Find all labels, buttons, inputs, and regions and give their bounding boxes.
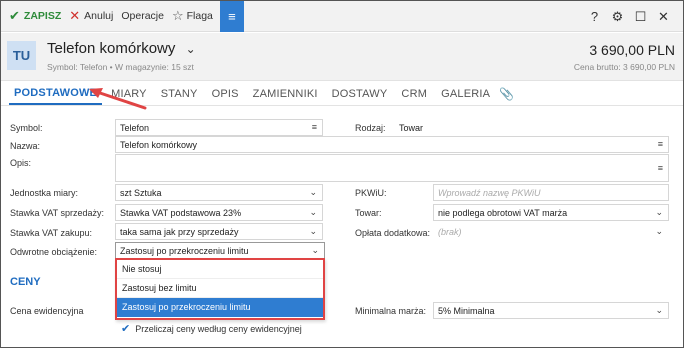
option-zastosuj-po-przekroczeniu[interactable]: Zastosuj po przekroczeniu limitu: [117, 298, 323, 317]
nazwa-value: Telefon komórkowy: [120, 140, 198, 150]
close-window-icon[interactable]: ✕: [652, 9, 675, 25]
product-name: Telefon komórkowy: [47, 40, 176, 57]
chevron-down-icon: ⌄: [655, 305, 663, 315]
hamburger-icon: ≡: [228, 8, 236, 24]
checkmark-icon: ✔: [121, 323, 131, 335]
vat-buy-select[interactable]: taka sama jak przy sprzedaży ⌄: [115, 223, 323, 240]
list-icon[interactable]: ≡: [658, 163, 663, 173]
list-icon[interactable]: ≡: [312, 122, 317, 132]
option-nie-stosuj[interactable]: Nie stosuj: [117, 260, 323, 279]
flag-label: Flaga: [186, 10, 213, 22]
symbol-value: Telefon: [120, 123, 150, 133]
rodzaj-label: Rodzaj:: [355, 123, 386, 133]
star-icon: ☆: [171, 8, 184, 23]
symbol-field[interactable]: Telefon ≡: [115, 119, 323, 136]
towar-label: Towar:: [355, 208, 382, 218]
chevron-down-icon: ⌄: [655, 207, 663, 217]
recalc-label: Przeliczaj ceny według ceny ewidencyjnej: [135, 323, 302, 334]
paperclip-icon[interactable]: 📎: [499, 87, 514, 105]
towar-value: nie podlega obrotowi VAT marża: [438, 208, 568, 218]
tab-crm[interactable]: CRM: [396, 88, 432, 105]
vat-buy-value: taka sama jak przy sprzedaży: [120, 227, 239, 237]
help-icon[interactable]: ?: [583, 9, 606, 24]
menu-button[interactable]: ≡: [219, 1, 244, 32]
product-meta: Symbol: Telefon • W magazynie: 15 szt: [47, 62, 194, 72]
tab-stany[interactable]: STANY: [156, 88, 203, 105]
tab-dostawy[interactable]: DOSTAWY: [327, 88, 393, 105]
window-controls: ? ⚙ ☐ ✕: [583, 1, 675, 32]
tab-zamienniki[interactable]: ZAMIENNIKI: [248, 88, 323, 105]
maximize-icon[interactable]: ☐: [629, 9, 652, 25]
odwrotne-dropdown: Nie stosuj Zastosuj bez limitu Zastosuj …: [115, 258, 325, 320]
chevron-down-icon: ⌄: [309, 187, 317, 197]
min-marza-value: 5% Minimalna: [438, 306, 495, 316]
chevron-down-icon: ⌄: [311, 245, 319, 255]
oplata-select[interactable]: (brak) ⌄: [433, 223, 669, 240]
tab-galeria[interactable]: GALERIA: [436, 88, 495, 105]
opis-label: Opis:: [10, 158, 32, 168]
nazwa-field[interactable]: Telefon komórkowy ≡: [115, 136, 669, 153]
net-price: 3 690,00 PLN: [589, 42, 675, 58]
cancel-button[interactable]: ✕ Anuluj: [65, 1, 117, 32]
chevron-down-icon[interactable]: ⌄: [186, 42, 196, 56]
odwrotne-value: Zastosuj po przekroczeniu limitu: [120, 246, 249, 256]
save-button[interactable]: ✔ ZAPISZ: [1, 1, 65, 32]
min-marza-label: Minimalna marża:: [355, 306, 427, 316]
chevron-down-icon: ⌄: [309, 207, 317, 217]
min-marza-select[interactable]: 5% Minimalna ⌄: [433, 302, 669, 319]
option-zastosuj-bez-limitu[interactable]: Zastosuj bez limitu: [117, 279, 323, 298]
vat-sale-select[interactable]: Stawka VAT podstawowa 23% ⌄: [115, 204, 323, 221]
rodzaj-value: Towar: [399, 123, 424, 133]
operations-label: Operacje: [121, 10, 164, 22]
oplata-value: (brak): [438, 227, 462, 237]
operations-button[interactable]: Operacje: [117, 1, 168, 32]
section-ceny: CENY: [10, 276, 41, 288]
opis-field[interactable]: ≡: [115, 154, 669, 182]
save-label: ZAPISZ: [23, 10, 62, 22]
nazwa-label: Nazwa:: [10, 141, 41, 151]
pkwiu-input[interactable]: Wprowadź nazwę PKWiU: [433, 184, 669, 201]
jm-select[interactable]: szt Sztuka ⌄: [115, 184, 323, 201]
cena-ewid-label: Cena ewidencyjna: [10, 306, 84, 316]
chevron-down-icon: ⌄: [655, 226, 663, 236]
chevron-down-icon: ⌄: [309, 226, 317, 236]
vat-sale-value: Stawka VAT podstawowa 23%: [120, 208, 242, 218]
pkwiu-label: PKWiU:: [355, 188, 387, 198]
jm-value: szt Sztuka: [120, 188, 162, 198]
checkmark-icon: ✔: [9, 8, 20, 23]
towar-select[interactable]: nie podlega obrotowi VAT marża ⌄: [433, 204, 669, 221]
odwrotne-select[interactable]: Zastosuj po przekroczeniu limitu ⌄: [115, 242, 325, 259]
list-icon[interactable]: ≡: [658, 139, 663, 149]
odwrotne-label: Odwrotne obciążenie:: [10, 247, 98, 257]
gear-icon[interactable]: ⚙: [606, 9, 629, 25]
product-title[interactable]: Telefon komórkowy ⌄: [47, 40, 196, 57]
oplata-label: Opłata dodatkowa:: [355, 228, 431, 238]
product-header: TU Telefon komórkowy ⌄ Symbol: Telefon •…: [1, 33, 683, 81]
toolbar: ✔ ZAPISZ ✕ Anuluj Operacje ☆ Flaga ≡ ? ⚙…: [1, 1, 683, 32]
close-icon: ✕: [69, 8, 81, 23]
tab-opis[interactable]: OPIS: [207, 88, 244, 105]
gross-price: Cena brutto: 3 690,00 PLN: [573, 62, 675, 72]
vat-sale-label: Stawka VAT sprzedaży:: [10, 208, 105, 218]
vat-buy-label: Stawka VAT zakupu:: [10, 228, 93, 238]
avatar: TU: [7, 41, 36, 70]
window: ✔ ZAPISZ ✕ Anuluj Operacje ☆ Flaga ≡ ? ⚙…: [0, 0, 684, 348]
symbol-label: Symbol:: [10, 123, 43, 133]
flag-button[interactable]: ☆ Flaga: [168, 1, 217, 32]
jm-label: Jednostka miary:: [10, 188, 79, 198]
cancel-label: Anuluj: [84, 10, 114, 22]
recalc-checkbox[interactable]: ✔ Przeliczaj ceny według ceny ewidencyjn…: [121, 322, 302, 335]
annotation-arrow: [89, 88, 147, 110]
